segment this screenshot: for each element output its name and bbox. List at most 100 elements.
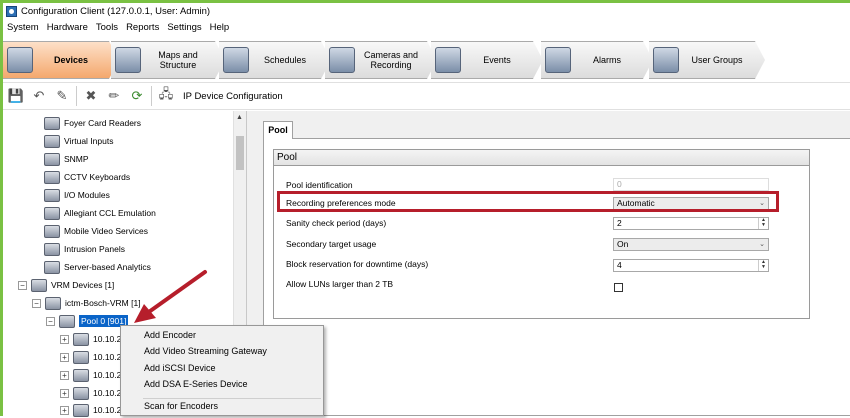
snmp-icon xyxy=(44,152,60,166)
tree-item-cctv-keyboards[interactable]: CCTV Keyboards xyxy=(44,169,130,185)
pool-icon xyxy=(59,314,75,328)
toolbar-separator xyxy=(76,86,77,106)
tree-item-virtual-inputs[interactable]: Virtual Inputs xyxy=(44,133,113,149)
menu-item-add-iscsi-device[interactable]: Add iSCSI Device xyxy=(144,363,216,373)
menu-hardware[interactable]: Hardware xyxy=(43,19,92,37)
expand-icon[interactable]: + xyxy=(60,334,69,344)
block-reservation-stepper[interactable]: 4 ▲ ▼ xyxy=(613,259,769,272)
secondary-target-usage-select[interactable]: On ⌄ xyxy=(613,238,769,251)
edit-icon[interactable]: ✏ xyxy=(105,87,123,105)
tree-item-label: SNMP xyxy=(64,154,89,164)
scroll-thumb[interactable] xyxy=(236,136,244,170)
undo-icon[interactable]: ↶ xyxy=(30,87,48,105)
tree-item-mobile-video-services[interactable]: Mobile Video Services xyxy=(44,223,148,239)
keyboard-icon xyxy=(44,170,60,184)
menu-item-add-encoder[interactable]: Add Encoder xyxy=(144,330,196,340)
encoder-icon xyxy=(73,386,89,400)
tree-item-intrusion-panels[interactable]: Intrusion Panels xyxy=(44,241,125,257)
tree-item-pool-0[interactable]: − Pool 0 [901] xyxy=(46,313,129,329)
virtual-input-icon xyxy=(44,134,60,148)
ip-device-config-icon[interactable]: 🖧 xyxy=(157,86,175,105)
sanity-check-value: 2 xyxy=(617,218,622,228)
expand-icon[interactable]: + xyxy=(60,405,69,415)
collapse-icon[interactable]: − xyxy=(18,280,27,290)
tab-devices[interactable]: Devices xyxy=(3,41,119,79)
spin-buttons-icon[interactable]: ▲ ▼ xyxy=(758,218,768,229)
window-title: Configuration Client (127.0.0.1, User: A… xyxy=(21,5,211,17)
maps-icon xyxy=(115,47,141,73)
label-block-reservation: Block reservation for downtime (days) xyxy=(286,259,429,269)
toolbar-separator xyxy=(151,86,152,106)
menu-settings[interactable]: Settings xyxy=(163,19,205,37)
intrusion-panel-icon xyxy=(44,242,60,256)
tab-events[interactable]: Events xyxy=(431,41,543,79)
tree-item-encoder[interactable]: +10.10.2 xyxy=(60,385,121,401)
menu-item-add-dsa-e-series-device[interactable]: Add DSA E-Series Device xyxy=(144,379,248,389)
refresh-icon[interactable]: ⟳ xyxy=(128,87,146,105)
menu-tools[interactable]: Tools xyxy=(92,19,122,37)
card-reader-icon xyxy=(44,116,60,130)
label-sanity-check-period: Sanity check period (days) xyxy=(286,218,387,228)
allow-luns-checkbox[interactable] xyxy=(614,283,623,292)
rename-icon[interactable]: ✎ xyxy=(53,87,71,105)
tree-item-label: 10.10.2 xyxy=(93,388,122,398)
sanity-check-period-stepper[interactable]: 2 ▲ ▼ xyxy=(613,217,769,230)
tree-item-encoder[interactable]: +10.10.2 xyxy=(60,349,121,365)
menu-item-add-video-streaming-gateway[interactable]: Add Video Streaming Gateway xyxy=(144,346,267,356)
tree-item-label: 10.10.2 xyxy=(93,405,122,415)
expand-icon[interactable]: + xyxy=(60,370,69,380)
tree-item-io-modules[interactable]: I/O Modules xyxy=(44,187,110,203)
app-icon xyxy=(6,5,17,17)
expand-icon[interactable]: + xyxy=(60,352,69,362)
menu-separator xyxy=(143,398,321,399)
tree-item-allegiant-ccl-emulation[interactable]: Allegiant CCL Emulation xyxy=(44,205,156,221)
tree-item-label: Mobile Video Services xyxy=(64,226,148,236)
vrm-server-icon xyxy=(45,296,61,310)
tree-item-label: Foyer Card Readers xyxy=(64,118,142,128)
user-groups-icon xyxy=(653,47,679,73)
tree-item-foyer-card-readers[interactable]: Foyer Card Readers xyxy=(44,115,141,131)
collapse-icon[interactable]: − xyxy=(32,298,41,308)
tree-item-vrm-devices[interactable]: − VRM Devices [1] xyxy=(18,277,114,293)
context-menu: Add Encoder Add Video Streaming Gateway … xyxy=(120,325,324,416)
vrm-devices-icon xyxy=(31,278,47,292)
tree-item-label: Allegiant CCL Emulation xyxy=(64,208,156,218)
title-bar: Configuration Client (127.0.0.1, User: A… xyxy=(3,3,850,19)
menu-help[interactable]: Help xyxy=(206,19,234,37)
expand-icon[interactable]: + xyxy=(60,388,69,398)
tab-pool[interactable]: Pool xyxy=(263,121,293,139)
toolbar: 💾 ↶ ✎ ✖ ✏ ⟳ 🖧 IP Device Configuration xyxy=(3,82,850,110)
tree-item-ictm-bosch-vrm[interactable]: − ictm-Bosch-VRM [1] xyxy=(32,295,141,311)
save-icon[interactable]: 💾 xyxy=(7,87,25,105)
tree-item-label: 10.10.2 xyxy=(93,370,122,380)
delete-icon[interactable]: ✖ xyxy=(82,87,100,105)
workflow-tab-bar: Devices Maps and Structure Schedules Came… xyxy=(3,37,850,82)
analytics-icon xyxy=(44,260,60,274)
tree-item-encoder[interactable]: +10.10.2 xyxy=(60,367,121,383)
menu-item-scan-for-encoders[interactable]: Scan for Encoders xyxy=(144,401,218,411)
tree-item-label: VRM Devices [1] xyxy=(51,280,115,290)
annotation-arrow-icon xyxy=(134,270,207,323)
tab-cameras-and-recording[interactable]: Cameras and Recording xyxy=(325,41,437,79)
menu-system[interactable]: System xyxy=(3,19,43,37)
tab-maps-and-structure[interactable]: Maps and Structure xyxy=(111,41,225,79)
block-reservation-value: 4 xyxy=(617,260,622,270)
encoder-icon xyxy=(73,350,89,364)
tree-item-snmp[interactable]: SNMP xyxy=(44,151,89,167)
encoder-icon xyxy=(73,403,89,417)
tree-item-label: 10.10.2 xyxy=(93,352,122,362)
tab-schedules[interactable]: Schedules xyxy=(219,41,331,79)
label-allow-luns: Allow LUNs larger than 2 TB xyxy=(286,279,394,289)
tab-alarms[interactable]: Alarms xyxy=(541,41,653,79)
tab-user-groups[interactable]: User Groups xyxy=(649,41,765,79)
tree-item-encoder[interactable]: +10.10.2 xyxy=(60,331,121,347)
mobile-video-icon xyxy=(44,224,60,238)
label-secondary-target-usage: Secondary target usage xyxy=(286,239,377,249)
collapse-icon[interactable]: − xyxy=(46,316,55,326)
ip-device-config-button[interactable]: IP Device Configuration xyxy=(183,91,283,102)
spin-buttons-icon[interactable]: ▲ ▼ xyxy=(758,260,768,271)
tree-item-label: 10.10.2 xyxy=(93,334,122,344)
scroll-up-icon[interactable]: ▲ xyxy=(236,114,243,121)
tree-item-label: I/O Modules xyxy=(64,190,110,200)
menu-reports[interactable]: Reports xyxy=(122,19,163,37)
